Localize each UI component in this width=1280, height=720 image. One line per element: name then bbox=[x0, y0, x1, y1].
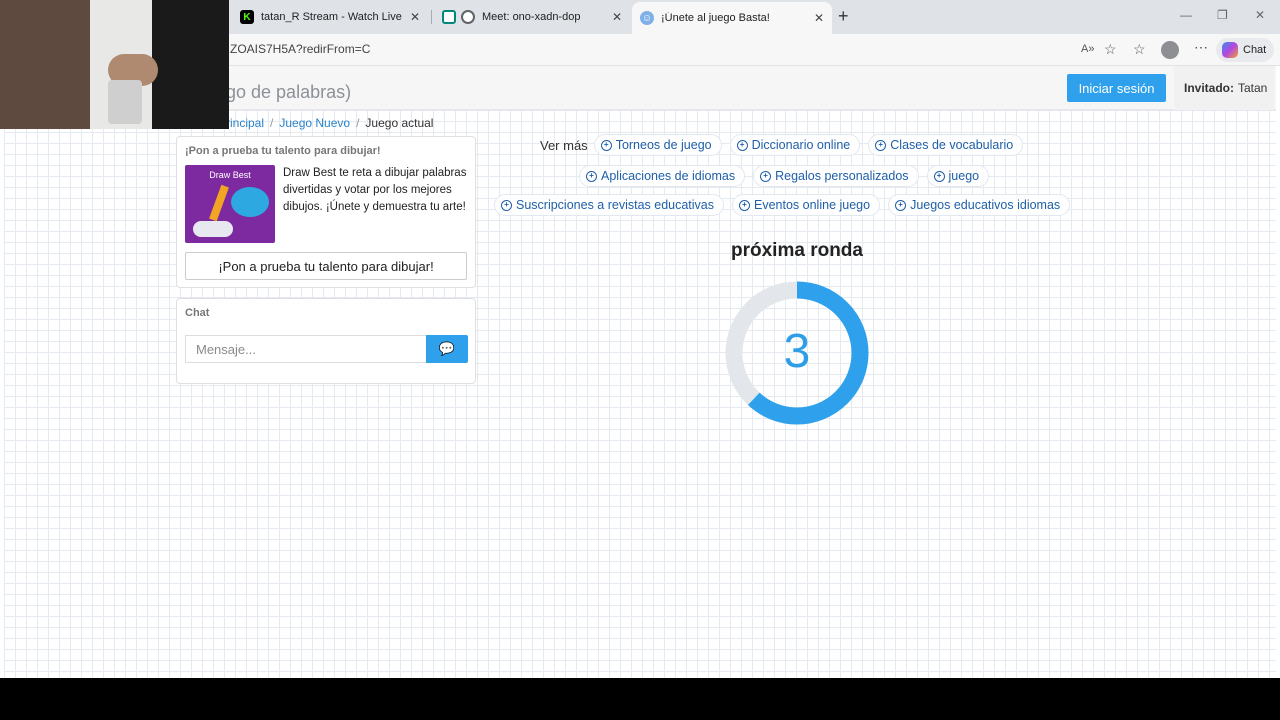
ad-link[interactable]: + Clases de vocabulario bbox=[868, 134, 1024, 156]
plus-circle-icon: + bbox=[586, 170, 597, 182]
new-tab-icon[interactable]: + bbox=[838, 6, 849, 27]
ad-link[interactable]: + Aplicaciones de idiomas bbox=[579, 165, 746, 187]
ad-link[interactable]: + Diccionario online bbox=[729, 134, 861, 156]
more-menu-icon[interactable]: ⋯ bbox=[1194, 39, 1208, 56]
meet-icon bbox=[442, 10, 456, 24]
chat-heading: Chat bbox=[185, 307, 210, 319]
site-brand[interactable]: go de palabras) bbox=[226, 82, 351, 103]
minimize-icon[interactable]: — bbox=[1180, 8, 1192, 22]
close-tab-icon[interactable]: ✕ bbox=[410, 10, 420, 24]
breadcrumb-home[interactable]: rincipal bbox=[226, 116, 264, 130]
browser-window: K tatan_R Stream - Watch Live on Ki ✕ Me… bbox=[0, 0, 1280, 678]
plus-circle-icon: + bbox=[739, 199, 751, 211]
draw-challenge-button[interactable]: ¡Pon a prueba tu talento para dibujar! bbox=[185, 252, 467, 280]
chat-card: Chat 💬 bbox=[176, 298, 476, 384]
pencil-icon bbox=[209, 184, 229, 222]
countdown-number: 3 bbox=[783, 325, 811, 378]
copilot-chat-button[interactable]: Chat bbox=[1216, 38, 1274, 62]
close-tab-icon[interactable]: ✕ bbox=[814, 11, 824, 25]
ad-link[interactable]: + juego bbox=[926, 165, 990, 187]
speech-bubble-icon bbox=[231, 187, 269, 217]
guest-user[interactable]: Invitado: Tatan bbox=[1174, 66, 1274, 110]
ad-link[interactable]: + Juegos educativos idiomas bbox=[888, 194, 1071, 216]
breadcrumb-new-game[interactable]: Juego Nuevo bbox=[279, 116, 350, 130]
kick-logo-icon: K bbox=[240, 10, 254, 24]
promo-description: Draw Best te reta a dibujar palabras div… bbox=[283, 167, 467, 213]
chat-bubble-icon: 💬 bbox=[438, 341, 456, 356]
ver-mas-label: Ver más bbox=[540, 137, 588, 153]
page-content: go de palabras) Iniciar sesión Invitado:… bbox=[4, 66, 1276, 678]
chat-message-input[interactable] bbox=[185, 335, 427, 363]
webcam-overlay bbox=[0, 0, 229, 129]
related-links-row: + Aplicaciones de idiomas + Regalos person… bbox=[579, 165, 997, 187]
favorites-list-icon[interactable]: ☆ bbox=[1133, 41, 1146, 58]
ad-link[interactable]: + Eventos online juego bbox=[732, 194, 881, 216]
cloud-icon bbox=[193, 221, 233, 237]
draw-best-image[interactable]: Draw Best bbox=[185, 165, 275, 243]
login-button[interactable]: Iniciar sesión bbox=[1067, 74, 1166, 102]
next-round-title: próxima ronda bbox=[731, 240, 863, 261]
ad-link[interactable]: + Suscripciones a revistas educativas bbox=[494, 194, 725, 216]
plus-circle-icon: + bbox=[736, 139, 748, 151]
ad-link[interactable]: + Torneos de juego bbox=[593, 134, 722, 156]
plus-circle-icon: + bbox=[501, 199, 512, 211]
plus-circle-icon: + bbox=[600, 139, 612, 151]
maximize-icon[interactable]: ❐ bbox=[1217, 8, 1228, 22]
promo-card: ¡Pon a prueba tu talento para dibujar! D… bbox=[176, 136, 476, 288]
url-field[interactable]: ZOAIS7H5A?redirFrom=C bbox=[230, 42, 370, 56]
copilot-icon bbox=[1222, 42, 1238, 58]
close-tab-icon[interactable]: ✕ bbox=[612, 10, 622, 24]
tab-kick-stream[interactable]: K tatan_R Stream - Watch Live on Ki ✕ bbox=[232, 3, 428, 31]
ad-link[interactable]: + Regalos personalizados bbox=[753, 165, 919, 187]
tab-google-meet[interactable]: Meet: ono-xadn-dop ✕ bbox=[434, 3, 630, 31]
record-icon bbox=[461, 10, 475, 24]
favorite-star-icon[interactable]: ☆ bbox=[1104, 41, 1117, 58]
game-icon: ☺ bbox=[640, 11, 654, 25]
plus-circle-icon: + bbox=[895, 199, 907, 211]
plus-circle-icon: + bbox=[933, 170, 945, 182]
send-message-button[interactable]: 💬 bbox=[426, 335, 468, 363]
related-links-row: + Suscripciones a revistas educativas + Ev… bbox=[494, 194, 1078, 216]
tab-basta-game[interactable]: ☺ ¡Únete al juego Basta! ✕ bbox=[632, 2, 832, 34]
plus-circle-icon: + bbox=[875, 139, 887, 151]
read-aloud-icon[interactable]: A» bbox=[1081, 43, 1094, 55]
close-window-icon[interactable]: ✕ bbox=[1255, 8, 1265, 22]
tab-separator bbox=[431, 10, 432, 24]
promo-heading: ¡Pon a prueba tu talento para dibujar! bbox=[185, 145, 381, 157]
profile-avatar[interactable] bbox=[1161, 41, 1179, 59]
related-links-row: Ver más + Torneos de juego + Diccionario o… bbox=[540, 134, 1031, 156]
plus-circle-icon: + bbox=[760, 170, 772, 182]
breadcrumb-current: Juego actual bbox=[365, 116, 434, 130]
breadcrumb: rincipal / Juego Nuevo / Juego actual bbox=[226, 116, 434, 130]
